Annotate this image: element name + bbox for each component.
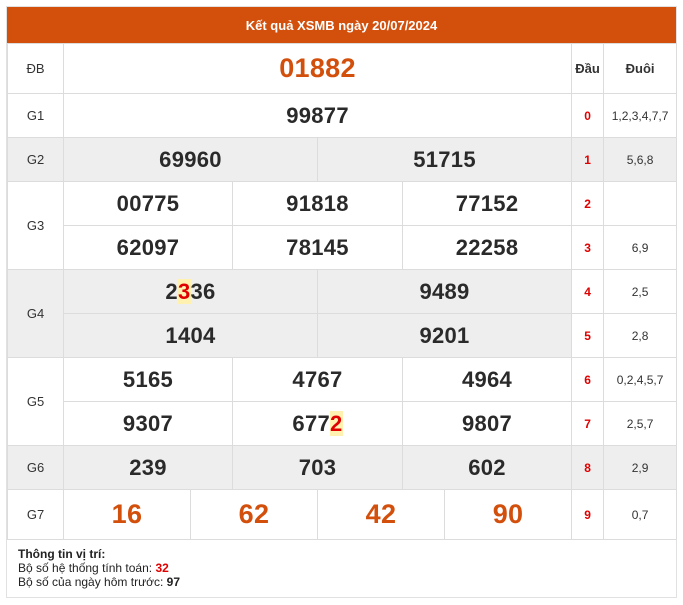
g4-number: 2336 bbox=[63, 269, 318, 314]
loto-dau: 3 bbox=[571, 225, 605, 270]
position-info: Thông tin vị trí: Bộ số hệ thống tính to… bbox=[18, 547, 658, 589]
loto-duoi: 6,9 bbox=[603, 225, 678, 270]
g2-number: 69960 bbox=[63, 137, 318, 182]
loto-dau: 9 bbox=[571, 489, 605, 540]
g5-number-part: 677 bbox=[292, 410, 331, 436]
prize-label-g6: G6 bbox=[7, 445, 64, 490]
results-title: Kết quả XSMB ngày 20/07/2024 bbox=[7, 7, 676, 43]
g4-number: 9489 bbox=[316, 269, 573, 314]
prize-row-g5: G5 5165 4767 4964 6 0,2,4,5,7 bbox=[7, 357, 678, 446]
loto-dau: 5 bbox=[571, 313, 605, 358]
results-panel: Kết quả XSMB ngày 20/07/2024 ĐB 01882 Đầ… bbox=[6, 6, 678, 598]
g3-number: 22258 bbox=[401, 225, 573, 270]
loto-duoi: 0,2,4,5,7 bbox=[603, 357, 678, 402]
info-value: 32 bbox=[155, 561, 169, 575]
prize-row-g4: 1404 9201 5 2,8 bbox=[8, 313, 678, 358]
prize-row-g7: G7 16 62 42 90 9 0,7 bbox=[7, 489, 678, 540]
prize-label-g2: G2 bbox=[7, 137, 64, 182]
loto-duoi: 2,5 bbox=[603, 269, 678, 314]
loto-duoi: 1,2,3,4,7,7 bbox=[603, 93, 678, 138]
prize-row-g3: G3 00775 91818 77152 2 bbox=[7, 181, 678, 270]
loto-duoi: 2,5,7 bbox=[603, 401, 678, 446]
loto-duoi: 5,6,8 bbox=[603, 137, 678, 182]
g3-number: 77152 bbox=[401, 181, 573, 226]
info-line-system: Bộ số hệ thống tính toán: 32 bbox=[18, 561, 658, 575]
info-value: 97 bbox=[166, 575, 181, 589]
loto-dau: 6 bbox=[571, 357, 605, 402]
loto-dau: 4 bbox=[571, 269, 605, 314]
loto-duoi: 0,7 bbox=[603, 489, 678, 540]
g2-number: 51715 bbox=[316, 137, 573, 182]
loto-dau: 8 bbox=[571, 445, 605, 490]
g7-number: 42 bbox=[317, 489, 445, 540]
special-prize-number: 01882 bbox=[62, 43, 573, 94]
g3-number: 78145 bbox=[232, 225, 403, 270]
loto-dau: 7 bbox=[571, 401, 605, 446]
info-label: Bộ số của ngày hôm trước: bbox=[18, 575, 164, 589]
g7-number: 90 bbox=[443, 489, 573, 540]
g4-number: 9201 bbox=[316, 313, 573, 358]
prize-row-db: ĐB 01882 Đầu Đuôi bbox=[7, 43, 678, 94]
prize-row-g3: 62097 78145 22258 3 6,9 bbox=[8, 225, 678, 270]
g5-number: 9807 bbox=[401, 401, 573, 446]
prize-label-g3: G3 bbox=[7, 181, 64, 270]
g7-number: 62 bbox=[190, 489, 318, 540]
g6-number: 703 bbox=[232, 445, 403, 490]
results-table: ĐB 01882 Đầu Đuôi G1 99877 0 1,2,3,4,7,7… bbox=[7, 43, 678, 540]
g5-number: 4767 bbox=[232, 357, 403, 402]
g3-number: 62097 bbox=[63, 225, 233, 270]
info-label: Bộ số hệ thống tính toán: bbox=[18, 561, 153, 575]
highlight-digit: 2 bbox=[330, 410, 343, 436]
highlight-digit: 3 bbox=[177, 278, 191, 304]
header-dau: Đầu bbox=[571, 43, 605, 94]
prize-label-g5: G5 bbox=[7, 357, 64, 446]
prize-label-g4: G4 bbox=[7, 269, 64, 358]
loto-dau: 0 bbox=[571, 93, 605, 138]
prize-row-g4: G4 2336 9489 4 2,5 bbox=[7, 269, 678, 358]
g3-number: 00775 bbox=[63, 181, 233, 226]
loto-duoi: 2,8 bbox=[603, 313, 678, 358]
g7-number: 16 bbox=[63, 489, 191, 540]
g5-number: 5165 bbox=[63, 357, 233, 402]
g5-number: 4964 bbox=[401, 357, 573, 402]
prize-label-g7: G7 bbox=[7, 489, 64, 540]
loto-duoi bbox=[603, 181, 678, 226]
g3-number: 91818 bbox=[232, 181, 403, 226]
header-duoi: Đuôi bbox=[603, 43, 678, 94]
prize-row-g5: 9307 6772 9807 7 2,5,7 bbox=[8, 401, 678, 446]
loto-dau: 1 bbox=[571, 137, 605, 182]
prize-row-g6: G6 239 703 602 8 2,9 bbox=[7, 445, 678, 490]
info-heading: Thông tin vị trí: bbox=[18, 547, 106, 561]
g4-number-part: 2 bbox=[165, 278, 178, 304]
g4-number: 1404 bbox=[63, 313, 318, 358]
g5-number: 6772 bbox=[232, 401, 403, 446]
g4-number-part: 36 bbox=[190, 278, 216, 304]
prize-row-g1: G1 99877 0 1,2,3,4,7,7 bbox=[7, 93, 678, 138]
loto-dau: 2 bbox=[571, 181, 605, 226]
prize-label-db: ĐB bbox=[7, 43, 64, 94]
prize-row-g2: G2 69960 51715 1 5,6,8 bbox=[7, 137, 678, 182]
loto-duoi: 2,9 bbox=[603, 445, 678, 490]
g6-number: 602 bbox=[401, 445, 573, 490]
g1-number: 99877 bbox=[62, 93, 573, 138]
prize-label-g1: G1 bbox=[7, 93, 64, 138]
g5-number: 9307 bbox=[63, 401, 233, 446]
g6-number: 239 bbox=[63, 445, 233, 490]
info-line-previous: Bộ số của ngày hôm trước: 97 bbox=[18, 575, 658, 589]
